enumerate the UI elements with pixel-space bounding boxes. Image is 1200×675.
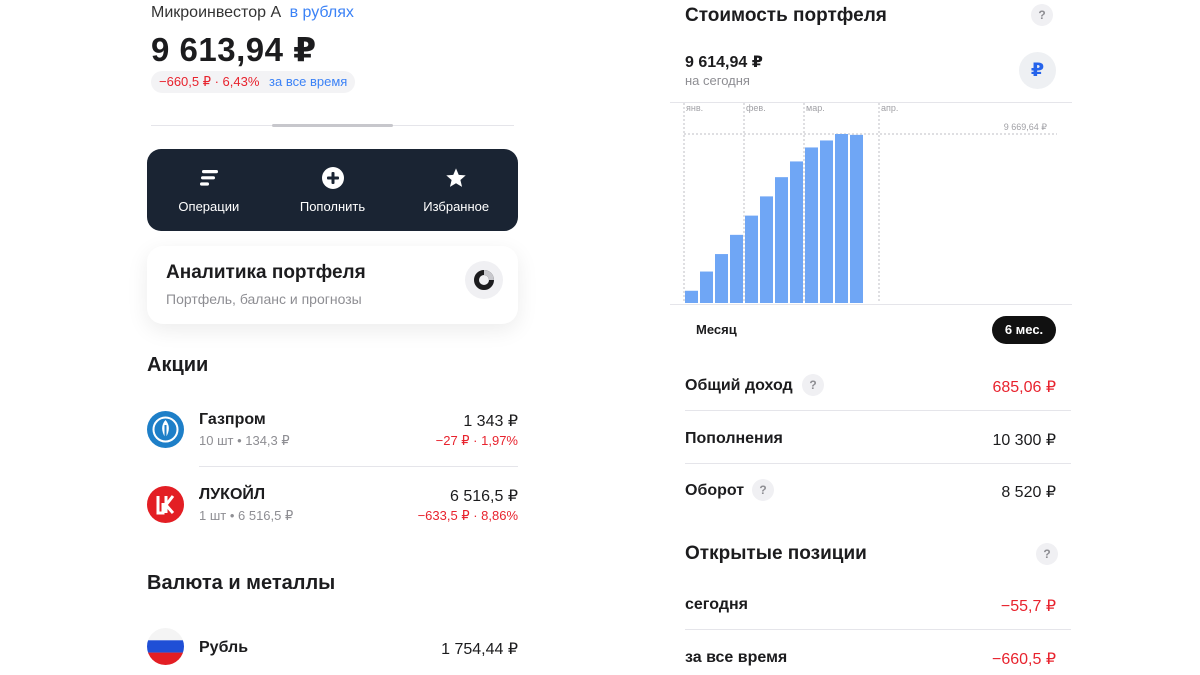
chart-bar[interactable] — [775, 177, 788, 303]
chart-max-label: 9 669,64 ₽ — [1004, 122, 1048, 132]
gazprom-logo — [147, 411, 184, 448]
help-icon[interactable]: ? — [802, 374, 824, 396]
chart-bar[interactable] — [715, 254, 728, 303]
period-month-tab[interactable]: Месяц — [696, 322, 737, 337]
top-up-label: Пополнить — [299, 199, 366, 214]
portfolio-value: 9 614,94 ₽ — [685, 54, 763, 71]
help-icon[interactable]: ? — [1036, 543, 1058, 565]
russia-flag-icon — [147, 628, 184, 665]
row-divider — [199, 466, 518, 467]
stock-row-lukoil[interactable]: ЛУКОЙЛ 1 шт • 6 516,5 ₽ 6 516,5 ₽ −633,5… — [147, 482, 518, 526]
plus-circle-icon — [321, 166, 344, 190]
stock-name: Газпром — [199, 411, 266, 428]
stocks-section-title: Акции — [147, 354, 209, 376]
account-name-text: Микроинвестор А — [151, 4, 282, 21]
currency-switch-button[interactable]: ₽ — [1019, 52, 1056, 89]
star-icon — [445, 166, 467, 190]
chart-bar[interactable] — [835, 134, 848, 303]
stock-change: −27 ₽ · 1,97% — [435, 433, 518, 448]
chart-bar[interactable] — [820, 140, 833, 303]
deposits-value: 10 300 ₽ — [992, 432, 1056, 449]
total-income-value: 685,06 ₽ — [992, 379, 1056, 396]
chart-bar[interactable] — [685, 290, 698, 303]
analytics-subtitle: Портфель, баланс и прогнозы — [166, 291, 362, 307]
open-positions-title: Открытые позиции — [685, 543, 867, 564]
chart-bar[interactable] — [700, 271, 713, 303]
help-icon[interactable]: ? — [752, 479, 774, 501]
portfolio-analytics-card[interactable]: Аналитика портфеля Портфель, баланс и пр… — [147, 246, 518, 324]
lukoil-logo — [147, 486, 184, 523]
currencies-section-title: Валюта и металлы — [147, 572, 336, 594]
stock-value: 1 343 ₽ — [463, 413, 518, 430]
account-change-badge[interactable]: −660,5 ₽ · 6,43% за все время — [151, 71, 356, 93]
currency-name: Рубль — [199, 639, 249, 656]
top-up-button[interactable]: Пополнить — [271, 149, 395, 231]
chart-bar[interactable] — [730, 234, 743, 303]
chart-month-label: фев. — [746, 103, 766, 113]
chart-month-label: мар. — [806, 103, 825, 113]
chart-month-label: апр. — [881, 103, 898, 113]
account-total: 9 613,94 ₽ — [151, 31, 317, 68]
positions-all-time-value: −660,5 ₽ — [991, 651, 1056, 668]
positions-today-value: −55,7 ₽ — [1000, 598, 1056, 615]
chart-month-labels: янв. фев. мар. апр. — [686, 103, 898, 113]
row-divider — [685, 410, 1071, 411]
chart-bars — [685, 134, 863, 303]
row-divider — [685, 629, 1071, 630]
stock-change: −633,5 ₽ · 8,86% — [417, 508, 518, 523]
positions-all-time-label: за все время — [685, 649, 788, 666]
chart-bar[interactable] — [790, 161, 803, 303]
operations-button[interactable]: Операции — [147, 149, 271, 231]
analytics-title: Аналитика портфеля — [166, 262, 366, 283]
turnover-label: Оборот — [685, 482, 745, 499]
donut-chart-icon — [465, 261, 503, 299]
operations-icon — [199, 166, 218, 190]
currency-row-ruble[interactable]: Рубль 1 754,44 ₽ — [147, 625, 518, 669]
favorites-button[interactable]: Избранное — [394, 149, 518, 231]
portfolio-value-date: на сегодня — [685, 73, 750, 88]
stock-row-gazprom[interactable]: Газпром 10 шт • 134,3 ₽ 1 343 ₽ −27 ₽ · … — [147, 407, 518, 451]
favorites-label: Избранное — [423, 199, 490, 214]
stock-value: 6 516,5 ₽ — [449, 488, 518, 505]
actions-bar: Операции Пополнить Избранное — [147, 149, 518, 231]
period-6-months-tab[interactable]: 6 мес. — [992, 316, 1056, 344]
stock-quantity: 10 шт • 134,3 ₽ — [199, 433, 290, 448]
chart-bar[interactable] — [805, 147, 818, 303]
currency-value: 1 754,44 ₽ — [441, 641, 518, 658]
turnover-value: 8 520 ₽ — [1001, 484, 1056, 501]
chart-bar[interactable] — [745, 215, 758, 303]
stock-quantity: 1 шт • 6 516,5 ₽ — [199, 508, 294, 523]
help-icon[interactable]: ? — [1031, 4, 1053, 26]
account-change-period: за все время — [269, 74, 348, 89]
row-divider — [685, 463, 1071, 464]
chart-month-label: янв. — [686, 103, 703, 113]
operations-label: Операции — [178, 199, 240, 214]
account-change-value: −660,5 ₽ · 6,43% — [159, 74, 260, 89]
currency-link[interactable]: в рублях — [290, 4, 354, 21]
chart-bar[interactable] — [850, 134, 863, 303]
deposits-label: Пополнения — [685, 430, 783, 447]
carousel-indicator — [272, 124, 393, 127]
portfolio-value-title: Стоимость портфеля — [685, 5, 887, 26]
account-name: Микроинвестор А в рублях — [151, 4, 354, 22]
positions-today-label: сегодня — [685, 596, 748, 613]
total-income-label: Общий доход — [685, 377, 793, 394]
portfolio-chart[interactable]: 9 669,64 ₽ янв. фев. мар. апр. — [670, 102, 1072, 306]
stock-name: ЛУКОЙЛ — [199, 486, 266, 503]
chart-bar[interactable] — [760, 196, 773, 303]
